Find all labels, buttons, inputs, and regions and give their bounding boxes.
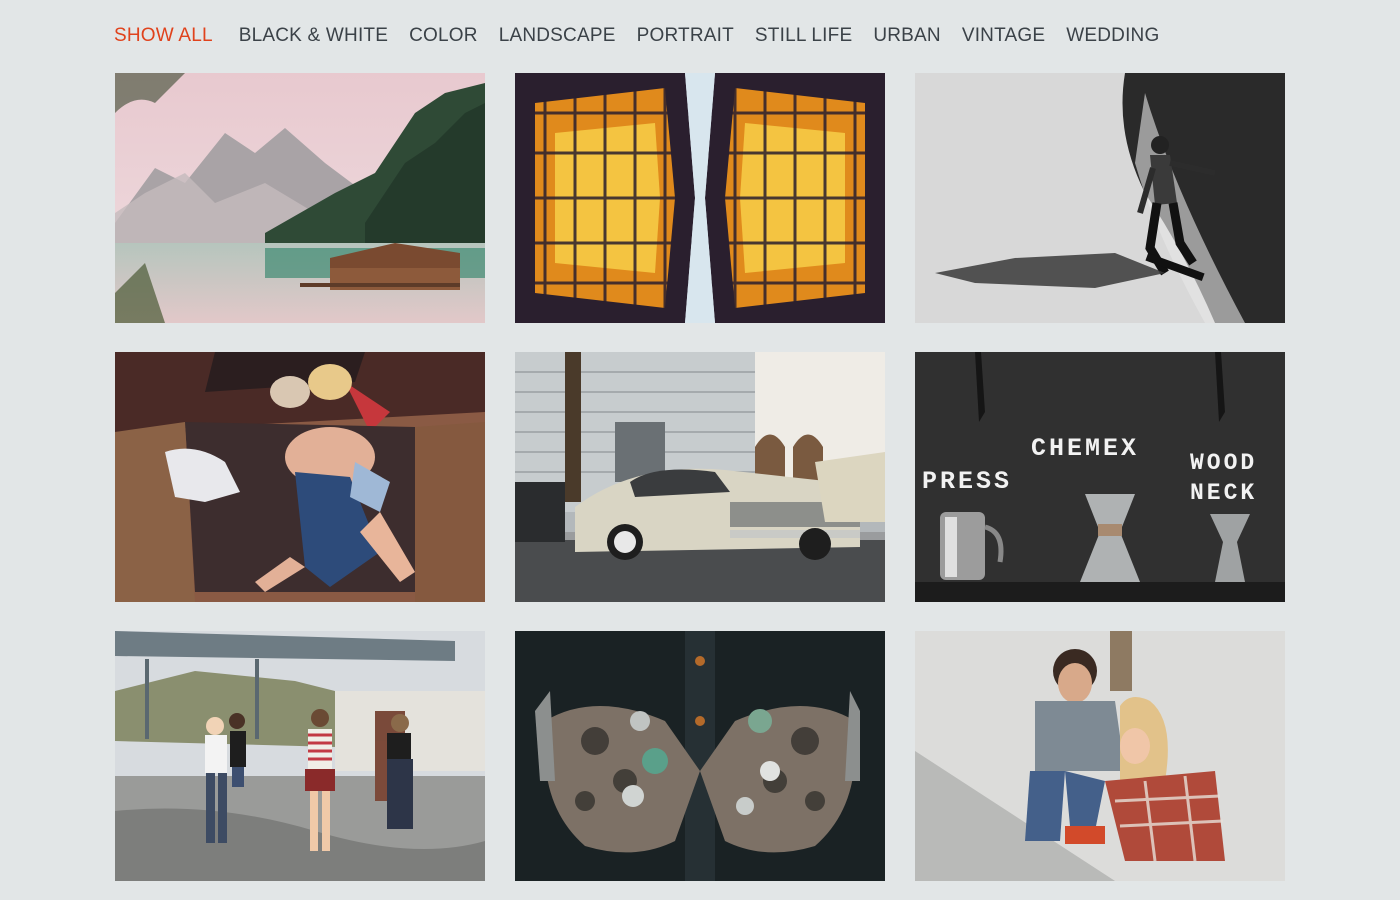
press-label: PRESS	[922, 467, 1012, 496]
wood-label: WOOD	[1190, 450, 1257, 476]
photo-friends-walking[interactable]	[115, 631, 485, 881]
chemex-label: CHEMEX	[1031, 434, 1139, 463]
coffee-still-life-image: PRESS CHEMEX WOOD NECK	[915, 352, 1285, 602]
filter-vintage[interactable]: VINTAGE	[962, 25, 1045, 47]
filter-urban[interactable]: URBAN	[873, 25, 941, 47]
couple-rug-image	[115, 352, 485, 602]
skyscrapers-image	[515, 73, 885, 323]
photo-grid: PRESS CHEMEX WOOD NECK	[115, 73, 1285, 881]
tattooed-hands-image	[515, 631, 885, 881]
filter-wedding[interactable]: WEDDING	[1066, 25, 1159, 47]
photo-mountain-lake[interactable]	[115, 73, 485, 323]
mountain-lake-image	[115, 73, 485, 323]
photo-tattooed-hands[interactable]	[515, 631, 885, 881]
photo-skateboarder[interactable]	[915, 73, 1285, 323]
filter-still-life[interactable]: STILL LIFE	[755, 25, 852, 47]
photo-couple-rug[interactable]	[115, 352, 485, 602]
filter-show-all[interactable]: SHOW ALL	[114, 25, 213, 47]
friends-walking-image	[115, 631, 485, 881]
filter-landscape[interactable]: LANDSCAPE	[499, 25, 616, 47]
filter-black-white[interactable]: BLACK & WHITE	[239, 25, 388, 47]
gallery-filter-bar: SHOW ALL BLACK & WHITE COLOR LANDSCAPE P…	[114, 22, 1180, 50]
couple-curb-image	[915, 631, 1285, 881]
neck-label: NECK	[1190, 480, 1257, 506]
photo-skyscrapers[interactable]	[515, 73, 885, 323]
skateboarder-image	[915, 73, 1285, 323]
filter-color[interactable]: COLOR	[409, 25, 478, 47]
vintage-car-image	[515, 352, 885, 602]
photo-couple-curb[interactable]	[915, 631, 1285, 881]
photo-coffee-still-life[interactable]: PRESS CHEMEX WOOD NECK	[915, 352, 1285, 602]
filter-portrait[interactable]: PORTRAIT	[637, 25, 734, 47]
photo-vintage-car[interactable]	[515, 352, 885, 602]
